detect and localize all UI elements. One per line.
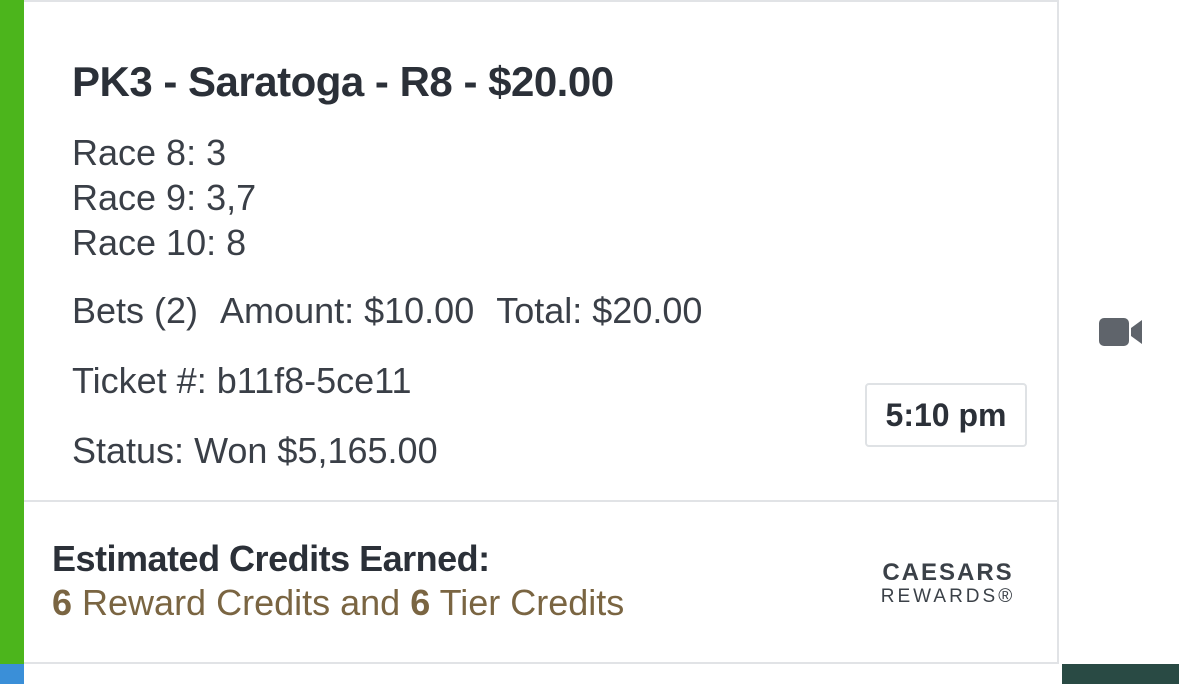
side-panel-edge [1062,664,1179,684]
race-selection-9: Race 9: 3,7 [72,177,257,218]
wager-screen: PK3 - Saratoga - R8 - $20.00 Race 8: 3 R… [0,0,1179,684]
side-actions [1059,0,1179,684]
wager-status-indicator [0,0,24,684]
reward-credits-count: 6 [52,582,73,623]
race-selection-8: Race 8: 3 [72,132,227,173]
video-camera-icon-graphic [1099,318,1142,346]
caesars-rewards-logo: CAESARS REWARDS® [878,560,1018,608]
reward-credits-text: Reward Credits and [72,582,411,623]
credits-panel: Estimated Credits Earned: 6 Reward Credi… [24,502,1059,664]
bet-total: Total: $20.00 [496,290,703,331]
wager-card[interactable]: PK3 - Saratoga - R8 - $20.00 Race 8: 3 R… [24,0,1059,502]
credits-title: Estimated Credits Earned: [52,538,490,579]
credits-detail: 6 Reward Credits and 6 Tier Credits [52,582,624,624]
logo-sub: REWARDS® [880,586,1016,607]
next-wager-indicator [0,664,24,684]
tier-credits-text: Tier Credits [430,582,625,623]
bet-amount: Amount: $10.00 [220,290,475,331]
wager-title: PK3 - Saratoga - R8 - $20.00 [72,58,614,105]
video-camera-icon[interactable] [1099,316,1143,348]
race-selection-10: Race 10: 8 [72,222,247,263]
tier-credits-count: 6 [410,582,431,623]
ticket-number: Ticket #: b11f8-5ce11 [72,360,412,401]
next-card-edge [24,664,1059,684]
wager-status: Status: Won $5,165.00 [72,430,438,471]
logo-brand: CAESARS [882,559,1014,586]
race-time-badge: 5:10 pm [865,383,1027,447]
bet-summary: Bets (2) Amount: $10.00 Total: $20.00 [72,290,724,332]
bet-count: Bets (2) [72,290,199,331]
race-selections: Race 8: 3 Race 9: 3,7 Race 10: 8 [72,130,256,265]
